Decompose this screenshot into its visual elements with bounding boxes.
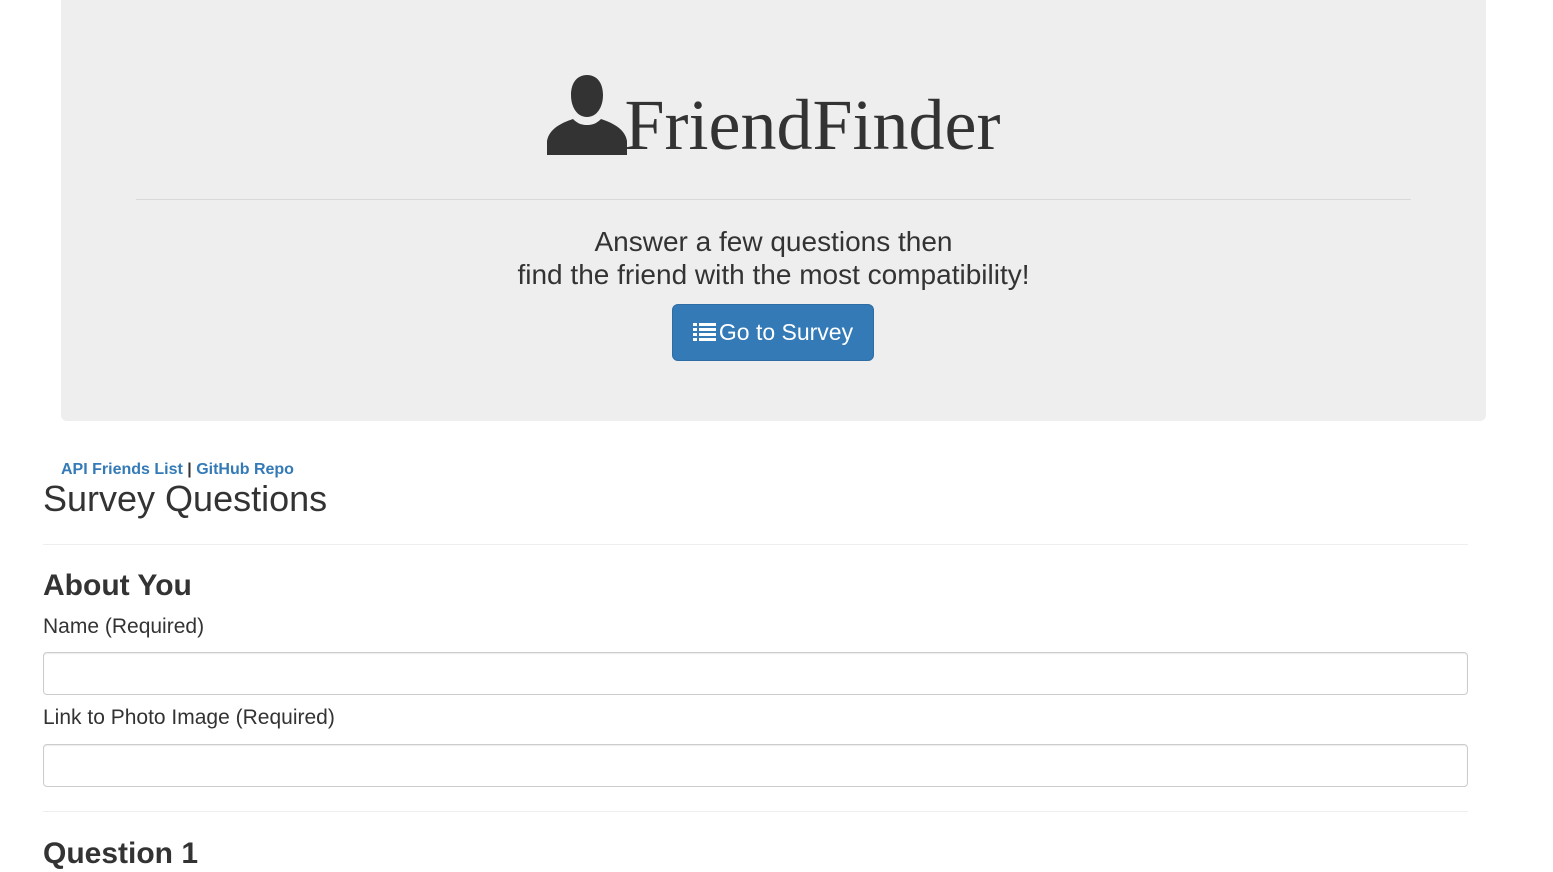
github-repo-link[interactable]: GitHub Repo — [196, 461, 294, 478]
tagline-line-2: find the friend with the most compatibil… — [517, 259, 1030, 290]
name-label: Name (Required) — [43, 615, 205, 638]
tagline-line-1: Answer a few questions then — [594, 226, 953, 257]
survey-title: Survey Questions — [43, 478, 328, 519]
survey-divider — [43, 544, 1468, 545]
photo-link-input[interactable] — [43, 744, 1468, 787]
about-you-heading: About You — [43, 569, 192, 602]
jumbotron-divider — [136, 199, 1411, 200]
question-1-heading: Question 1 — [43, 837, 199, 870]
list-icon — [692, 322, 716, 342]
jumbotron: FriendFinder Answer a few questions then… — [61, 0, 1486, 421]
tagline: Answer a few questions then find the fri… — [61, 225, 1486, 291]
go-to-survey-label: Go to Survey — [718, 319, 854, 345]
section-divider — [43, 811, 1468, 812]
brand-text: FriendFinder — [624, 85, 1001, 165]
api-friends-list-link[interactable]: API Friends List — [61, 461, 183, 478]
user-icon — [546, 75, 627, 155]
photo-link-label: Link to Photo Image (Required) — [43, 706, 335, 729]
link-separator: | — [187, 461, 192, 478]
name-input[interactable] — [43, 652, 1468, 695]
brand-title: FriendFinder — [61, 75, 1486, 170]
go-to-survey-button[interactable]: Go to Survey — [672, 304, 874, 361]
